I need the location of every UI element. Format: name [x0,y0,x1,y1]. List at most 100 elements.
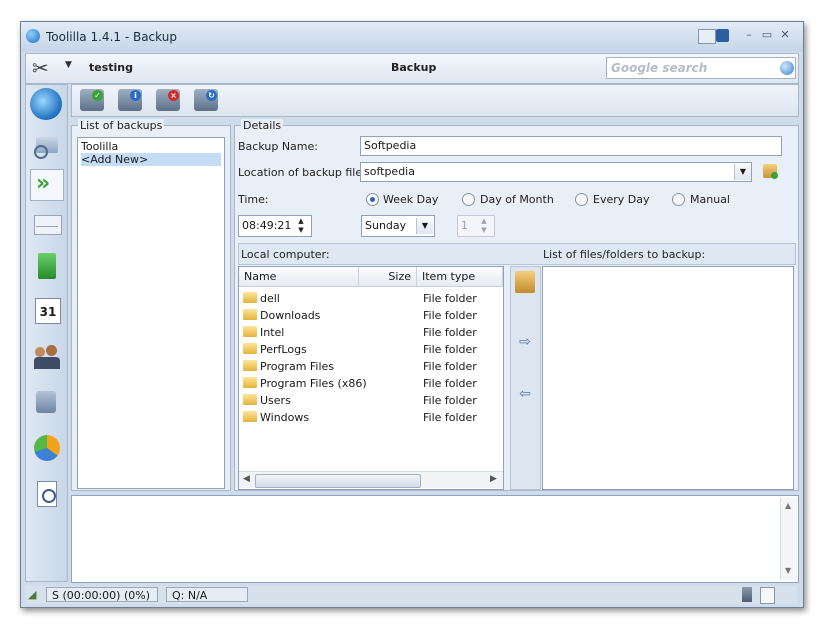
document-search-icon[interactable] [32,479,62,509]
table-row[interactable]: Downloads File folder [239,307,503,324]
main-toolbar: ✂ ▼ testing Backup Google search [25,53,799,84]
backup-name-value: Softpedia [364,139,417,152]
add-folder-icon[interactable] [515,271,535,293]
file-type: File folder [423,394,477,407]
folder-icon [243,377,257,388]
table-row[interactable]: dell File folder [239,290,503,307]
file-name: Users [260,394,291,407]
radio-every-day-label: Every Day [593,193,650,206]
log-area[interactable]: ▲ ▼ [71,495,799,583]
backup-target-list[interactable] [542,266,794,490]
column-size[interactable]: Size [359,267,417,287]
table-row[interactable]: Intel File folder [239,324,503,341]
details-group-title: Details [241,119,284,132]
search-placeholder: Google search [611,61,708,75]
monitor-icon[interactable] [716,29,729,42]
file-name: Downloads [260,309,321,322]
tools-icon[interactable]: ✂ [32,57,56,79]
weekday-select[interactable]: Sunday ▼ [361,215,435,237]
spin-arrows-icon[interactable]: ▲ ▼ [295,217,307,235]
globe-icon[interactable] [780,61,794,75]
radio-day-of-month-label: Day of Month [480,193,554,206]
horizontal-scrollbar[interactable]: ◀ ▶ [239,471,503,488]
side-nav: » 31 [25,84,68,582]
search-input[interactable]: Google search [606,57,796,79]
arrow-left-icon[interactable]: ⇦ [515,385,535,403]
folder-icon [243,360,257,371]
scrollbar-thumb[interactable] [255,474,421,488]
chevron-down-icon[interactable]: ▼ [65,60,72,70]
scroll-right-icon[interactable]: ▶ [490,474,497,484]
vertical-scrollbar[interactable]: ▲ ▼ [780,498,797,580]
folder-icon [243,343,257,354]
backup-list-title: List of files/folders to backup: [543,248,706,261]
table-row[interactable]: Windows File folder [239,409,503,426]
file-type: File folder [423,326,477,339]
app-window: Toolilla 1.4.1 - Backup – ▭ ✕ ✂ ▼ testin… [20,21,804,608]
file-panels-header: Local computer: List of files/folders to… [238,243,796,265]
section-title: Backup [391,61,437,74]
backups-list[interactable]: Toolilla <Add New> [77,137,225,489]
time-label: Time: [238,193,269,206]
column-name[interactable]: Name [239,267,359,287]
weekday-value: Sunday [365,219,407,232]
day-stepper[interactable]: 1 ▲ ▼ [457,215,495,237]
radio-day-of-month[interactable] [462,193,475,206]
arrow-right-icon[interactable]: ⇨ [515,333,535,351]
folder-icon [243,394,257,405]
folder-icon [243,411,257,422]
browse-folder-icon[interactable] [763,164,778,179]
location-select[interactable]: softpedia ▼ [360,162,752,182]
file-name: Program Files [260,360,335,373]
delete-backup-button[interactable]: × [156,89,180,111]
radio-every-day[interactable] [575,193,588,206]
radio-manual[interactable] [672,193,685,206]
folder-icon [243,326,257,337]
title-bar: Toolilla 1.4.1 - Backup – ▭ ✕ [21,22,803,52]
add-backup-button[interactable]: ✓ [80,89,104,111]
radio-week-day[interactable] [366,193,379,206]
chevron-down-icon[interactable]: ▼ [734,164,751,180]
file-name: PerfLogs [260,343,307,356]
app-logo-icon [26,29,40,43]
system-info-icon[interactable] [32,131,62,161]
tray-window-icon[interactable] [698,29,716,44]
file-name: Program Files (x86) [260,377,367,390]
contacts-icon[interactable] [32,341,62,371]
backups-group-title: List of backups [78,119,165,132]
file-type: File folder [423,360,477,373]
page-icon[interactable] [760,587,775,604]
spin-arrows-icon[interactable]: ▲ ▼ [478,217,490,235]
backup-arrows-icon[interactable]: » [30,169,64,201]
column-item-type[interactable]: Item type [417,267,503,287]
run-backup-button[interactable]: ↻ [194,89,218,111]
backup-name-field[interactable]: Softpedia [360,136,782,156]
folder-icon [243,309,257,320]
notes-icon[interactable] [32,251,62,281]
table-row[interactable]: Program Files (x86) File folder [239,375,503,392]
info-backup-button[interactable]: i [118,89,142,111]
day-value: 1 [461,219,468,232]
list-item[interactable]: <Add New> [81,153,221,166]
scroll-up-icon[interactable]: ▲ [785,501,791,510]
chevron-down-icon[interactable]: ▼ [416,218,433,234]
minimize-button[interactable]: – [743,29,755,41]
scroll-down-icon[interactable]: ▼ [785,566,791,575]
list-item[interactable]: Toolilla [81,140,118,153]
trash-icon[interactable] [742,587,752,602]
local-file-list[interactable]: Name Size Item type dell File folder Dow… [238,266,504,490]
table-row[interactable]: Users File folder [239,392,503,409]
folder-icon [243,292,257,303]
table-row[interactable]: PerfLogs File folder [239,341,503,358]
network-icon[interactable] [32,387,62,417]
calendar-icon[interactable]: 31 [32,295,62,325]
app-logo-icon[interactable] [30,88,62,120]
scroll-left-icon[interactable]: ◀ [243,474,250,484]
table-row[interactable]: Program Files File folder [239,358,503,375]
time-stepper[interactable]: 08:49:21 ▲ ▼ [238,215,312,237]
close-button[interactable]: ✕ [779,29,791,41]
action-toolbar: ✓ i × ↻ [71,84,799,117]
mail-icon[interactable] [32,209,62,239]
maximize-button[interactable]: ▭ [761,29,773,41]
pie-chart-icon[interactable] [32,433,62,463]
